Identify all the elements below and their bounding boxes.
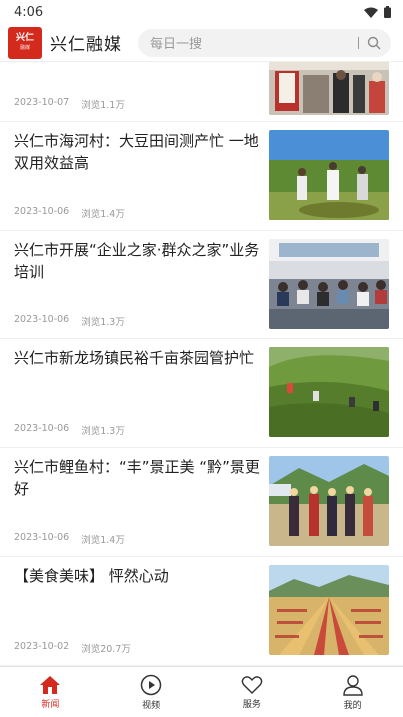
search-placeholder[interactable]: 每日一搜 [150,33,358,52]
news-thumbnail[interactable] [269,62,389,115]
news-item[interactable]: 【美食美味】 怦然心动 2023-10-02 浏览20.7万 [0,557,403,666]
tab-news[interactable]: 新闻 [0,667,101,717]
play-icon [140,674,162,695]
app-header: 兴仁 融媒 兴仁融媒 每日一搜 [0,24,403,62]
news-date: 2023-10-06 [14,206,70,217]
wifi-icon [364,7,378,18]
news-title: 兴仁市开展“企业之家·群众之家”业务培训 [14,241,260,281]
news-thumbnail[interactable] [269,565,389,655]
news-date: 2023-10-06 [14,532,70,543]
tab-label: 我的 [343,700,362,711]
status-bar: 4:06 [0,0,403,24]
news-date: 2023-10-02 [14,641,70,652]
tab-label: 新闻 [41,699,60,710]
news-views: 浏览1.4万 [81,209,125,220]
news-date: 2023-10-07 [14,97,70,108]
news-title: 兴仁市鲤鱼村：“丰”景正美 “黔”景更好 [14,458,260,498]
news-thumbnail[interactable] [269,239,389,329]
tab-service[interactable]: 服务 [202,667,303,717]
news-item[interactable]: 兴仁市开展“企业之家·群众之家”业务培训 2023-10-06 浏览1.3万 [0,231,403,339]
news-thumbnail[interactable] [269,347,389,437]
home-icon [40,675,61,694]
tab-mine[interactable]: 我的 [302,667,403,717]
news-views: 浏览20.7万 [81,644,131,655]
news-item[interactable]: 兴仁市海河村：大豆田间测产忙 一地双用效益高 2023-10-06 浏览1.4万 [0,122,403,231]
search-bar[interactable]: 每日一搜 [138,28,391,57]
search-icon[interactable] [367,36,381,50]
news-title: 【美食美味】 怦然心动 [14,567,169,585]
user-icon [342,674,363,696]
news-date: 2023-10-06 [14,423,70,434]
news-title: 兴仁市新龙场镇民裕千亩茶园管护忙 [14,349,255,367]
news-views: 浏览1.1万 [81,100,125,111]
tab-video[interactable]: 视频 [101,667,202,717]
heart-icon [241,675,263,694]
news-item[interactable]: 兴仁市鲤鱼村：“丰”景正美 “黔”景更好 2023-10-06 浏览1.4万 [0,448,403,557]
news-views: 浏览1.3万 [81,426,125,437]
search-divider [358,36,359,49]
news-date: 2023-10-06 [14,314,70,325]
news-thumbnail[interactable] [269,130,389,220]
news-views: 浏览1.4万 [81,535,125,546]
bottom-tab-bar: 新闻 视频 服务 我的 [0,666,403,717]
logo-text: 兴仁 [15,32,34,43]
news-item[interactable]: 2023-10-07 浏览1.1万 [0,62,403,122]
app-logo[interactable]: 兴仁 融媒 [8,26,42,59]
tab-label: 服务 [242,699,261,710]
battery-icon [384,6,391,18]
status-time: 4:06 [14,4,44,20]
news-thumbnail[interactable] [269,456,389,546]
tab-label: 视频 [142,700,161,711]
logo-subtext: 融媒 [19,44,30,51]
news-views: 浏览1.3万 [81,317,125,328]
news-item[interactable]: 兴仁市新龙场镇民裕千亩茶园管护忙 2023-10-06 浏览1.3万 [0,339,403,448]
news-title: 兴仁市海河村：大豆田间测产忙 一地双用效益高 [14,132,259,172]
app-name: 兴仁融媒 [50,35,122,55]
news-feed[interactable]: 2023-10-07 浏览1.1万 兴仁市海河村：大豆田间测产忙 一地双用效益高 [0,62,403,666]
